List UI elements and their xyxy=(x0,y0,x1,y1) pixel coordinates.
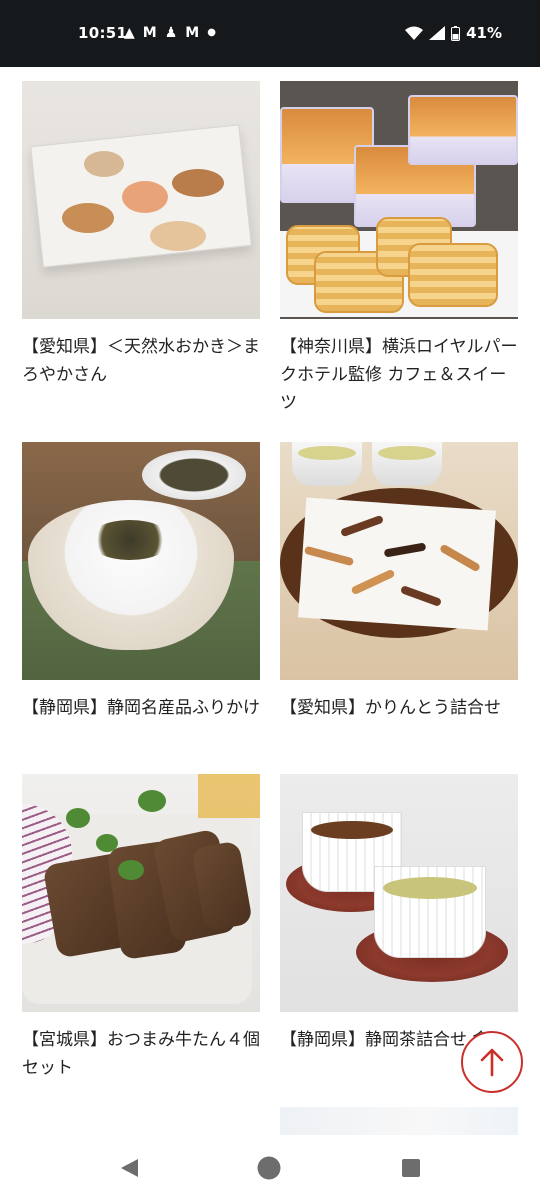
product-image[interactable] xyxy=(22,774,260,1012)
product-title[interactable]: 【愛知県】かりんとう詰合せ xyxy=(280,694,518,722)
product-image[interactable] xyxy=(280,81,518,319)
product-title[interactable]: 【静岡県】静岡名産品ふりかけ xyxy=(22,694,260,722)
dot-icon: ● xyxy=(207,27,216,38)
product-image[interactable] xyxy=(22,442,260,680)
product-card[interactable]: 【宮城県】おつまみ牛たん４個セット xyxy=(22,774,260,1082)
wifi-icon xyxy=(405,26,424,40)
navigation-bar xyxy=(0,1135,540,1199)
back-button[interactable] xyxy=(116,1155,142,1181)
back-to-top-button[interactable] xyxy=(461,1031,523,1093)
battery-icon xyxy=(451,25,461,41)
product-title[interactable]: 【愛知県】＜天然水おかき＞まろやかさん xyxy=(22,333,260,389)
product-title[interactable]: 【神奈川県】横浜ロイヤルパークホテル監修 カフェ＆スイーツ xyxy=(280,333,518,417)
gmail-icon: M xyxy=(185,25,200,41)
home-button[interactable] xyxy=(256,1155,282,1181)
warning-icon: ▲ xyxy=(124,25,135,41)
status-bar: 10:51 ▲ M ♟ M ● 41% xyxy=(0,0,540,67)
arrow-up-icon xyxy=(480,1048,504,1077)
status-time: 10:51 xyxy=(78,24,128,42)
figure-icon: ♟ xyxy=(164,25,178,41)
product-image[interactable] xyxy=(280,442,518,680)
product-image[interactable] xyxy=(280,1107,518,1135)
back-triangle-icon xyxy=(121,1159,138,1177)
product-card[interactable]: 【静岡県】静岡茶詰合せ 倉 xyxy=(280,774,518,1054)
product-card[interactable]: 【愛知県】かりんとう詰合せ xyxy=(280,442,518,722)
product-title[interactable]: 【宮城県】おつまみ牛たん４個セット xyxy=(22,1026,260,1082)
product-image[interactable] xyxy=(22,81,260,319)
product-image[interactable] xyxy=(280,774,518,1012)
product-card[interactable]: 【愛知県】＜天然水おかき＞まろやかさん xyxy=(22,81,260,389)
home-circle-icon xyxy=(257,1156,281,1180)
recents-button[interactable] xyxy=(398,1155,424,1181)
battery-percent: 41% xyxy=(466,24,502,42)
gmail-icon: M xyxy=(142,25,157,41)
product-card[interactable]: 【静岡県】静岡名産品ふりかけ xyxy=(22,442,260,722)
signal-icon xyxy=(429,26,446,40)
product-grid: 【愛知県】＜天然水おかき＞まろやかさん 【神奈川県】横浜ロイヤルパークホテル監修… xyxy=(0,67,540,1135)
product-card[interactable]: 【神奈川県】横浜ロイヤルパークホテル監修 カフェ＆スイーツ xyxy=(280,81,518,417)
recents-square-icon xyxy=(402,1159,420,1177)
notification-icons: ▲ M ♟ M ● xyxy=(124,23,216,43)
system-icons: 41% xyxy=(405,24,502,42)
product-card[interactable] xyxy=(280,1107,518,1135)
